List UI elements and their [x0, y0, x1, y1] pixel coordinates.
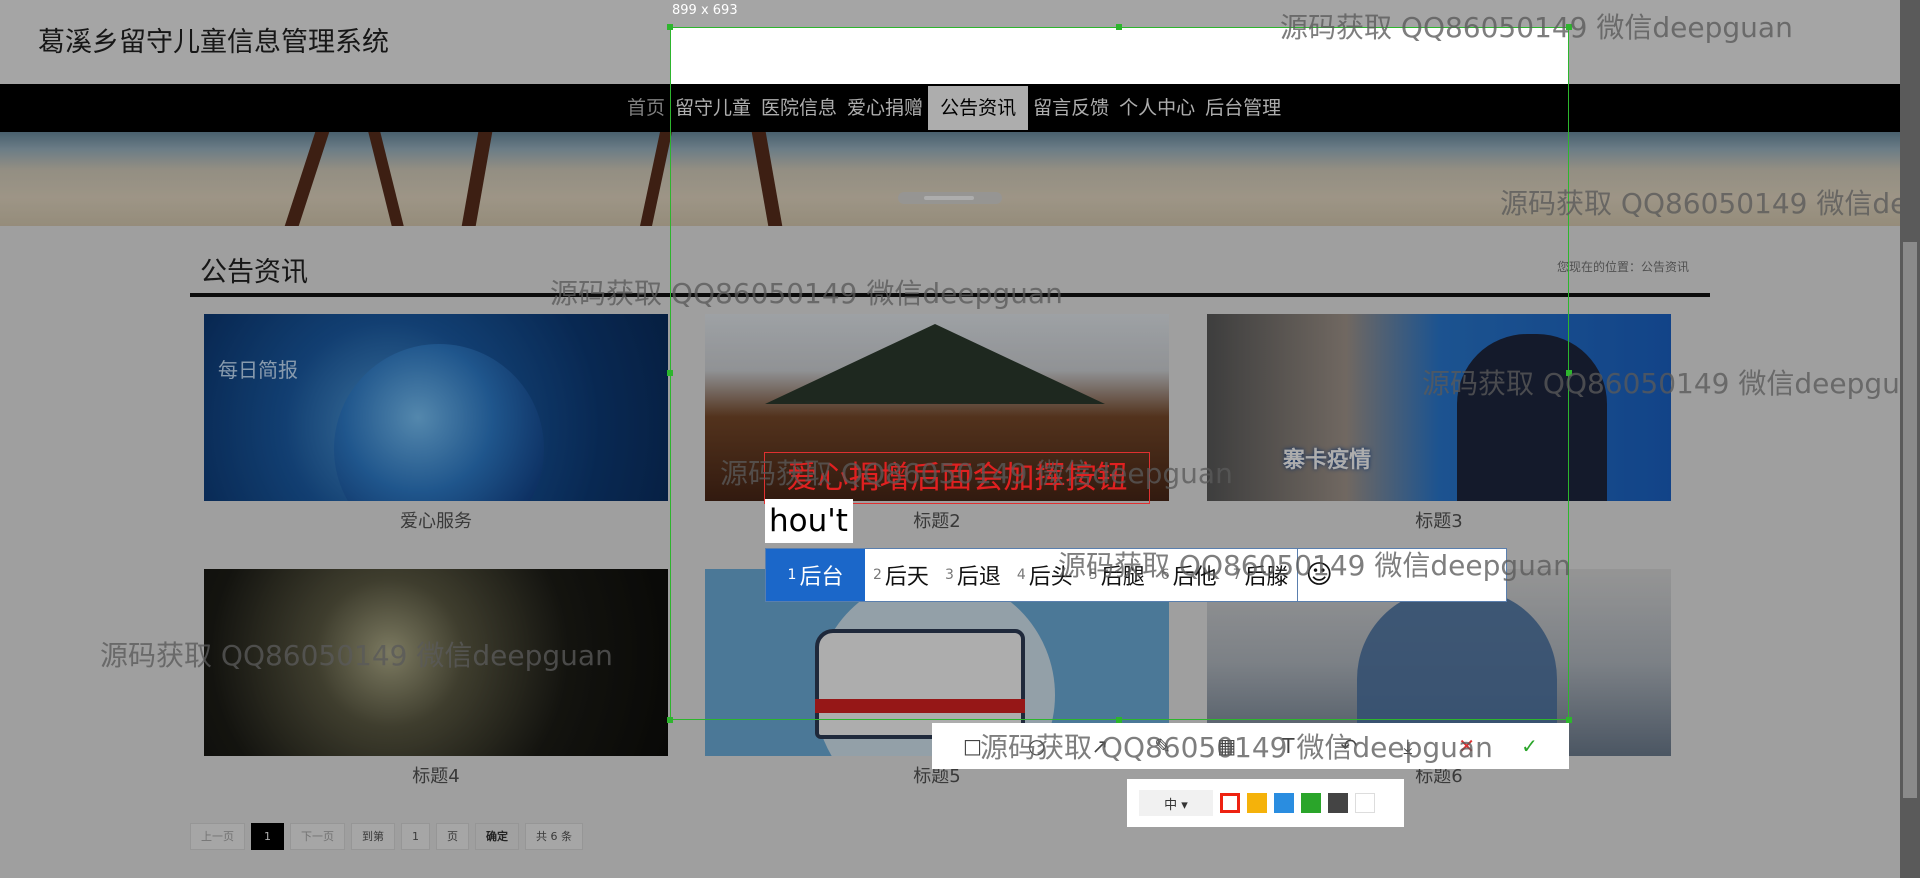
annotation-style-bar: 中 ▾ — [1127, 779, 1404, 827]
nav-item-home[interactable]: 首页 — [622, 84, 670, 132]
text-annotation[interactable]: 爱心捐增后面会加挥按钮 — [764, 452, 1150, 504]
color-swatch-blue[interactable] — [1274, 793, 1294, 813]
arrow-tool-icon[interactable]: ↗ — [1092, 734, 1109, 758]
resize-handle[interactable] — [1566, 24, 1572, 30]
color-swatch-white[interactable] — [1355, 793, 1375, 813]
breadcrumb: 您现在的位置：公告资讯 — [1557, 260, 1690, 274]
thumbnail-label: 每日简报 — [218, 358, 298, 382]
globe-graphic — [334, 344, 544, 501]
page-unit-label: 页 — [436, 823, 469, 850]
resize-handle[interactable] — [1116, 24, 1122, 30]
candidate-number: 4 — [1016, 567, 1026, 583]
color-swatch-yellow[interactable] — [1247, 793, 1267, 813]
resize-handle[interactable] — [667, 370, 673, 376]
goto-confirm-button[interactable]: 确定 — [475, 823, 519, 850]
mosaic-tool-icon[interactable]: ▦ — [1217, 734, 1236, 758]
banner-chair-leg — [284, 132, 330, 226]
prev-page-button[interactable]: 上一页 — [190, 823, 245, 850]
candidate-number: 3 — [944, 567, 954, 583]
candidate-text: 后头 — [1028, 565, 1073, 590]
confirm-icon[interactable]: ✓ — [1521, 734, 1538, 758]
cancel-icon[interactable]: ✕ — [1458, 734, 1475, 758]
selection-size-label: 899 x 693 — [672, 3, 738, 18]
candidate-number: 7 — [1232, 567, 1242, 583]
ime-candidate[interactable]: 6 后他 — [1153, 549, 1225, 601]
candidate-text: 后退 — [956, 565, 1001, 590]
scrollbar-thumb[interactable] — [1903, 242, 1917, 798]
ellipse-tool-icon[interactable]: ○ — [1028, 734, 1045, 758]
screenshot-toolbar: □ ○ ↗ ✎ ▦ T ↶ ⤓ ✕ ✓ — [932, 723, 1569, 769]
candidate-text: 后腿 — [1100, 565, 1145, 590]
candidate-number: 5 — [1088, 567, 1098, 583]
resize-handle[interactable] — [667, 717, 673, 723]
goto-page-input[interactable]: 1 — [401, 823, 430, 850]
banner-chair-leg — [461, 132, 493, 226]
ime-candidate[interactable]: 3 后退 — [937, 549, 1009, 601]
news-thumbnail[interactable] — [204, 569, 668, 756]
pagination: 上一页 1 下一页 到第 1 页 确定 共 6 条 — [190, 823, 583, 850]
section-title: 公告资讯 — [200, 257, 308, 288]
font-size-dropdown[interactable]: 中 ▾ — [1139, 790, 1213, 816]
resize-handle[interactable] — [667, 24, 673, 30]
ime-candidate[interactable]: 5 后腿 — [1081, 549, 1153, 601]
banner-chair-leg — [368, 132, 404, 226]
news-thumbnail[interactable]: 每日简报 — [204, 314, 668, 501]
ime-candidate[interactable]: 2 后天 — [865, 549, 937, 601]
pen-tool-icon[interactable]: ✎ — [1154, 734, 1171, 758]
candidate-text: 后他 — [1172, 565, 1217, 590]
ime-candidate[interactable]: 4 后头 — [1009, 549, 1081, 601]
resize-handle[interactable] — [1566, 370, 1572, 376]
candidate-number: 6 — [1160, 567, 1170, 583]
candidate-text: 后滕 — [1244, 565, 1289, 590]
banner-chair-leg — [640, 132, 672, 226]
color-swatch-red[interactable] — [1220, 793, 1240, 813]
candidate-number: 1 — [787, 567, 797, 583]
ime-candidate[interactable]: 1 后台 — [766, 549, 865, 601]
color-swatch-green[interactable] — [1301, 793, 1321, 813]
screenshot-selection[interactable] — [670, 27, 1569, 720]
news-card[interactable]: 每日简报 爱心服务 — [204, 314, 668, 533]
next-page-button[interactable]: 下一页 — [290, 823, 345, 850]
rect-tool-icon[interactable]: □ — [963, 734, 982, 758]
news-card[interactable]: 标题4 — [204, 569, 668, 788]
ime-candidate-bar: 1 后台 2 后天 3 后退 4 后头 5 后腿 6 后他 7 后滕 ☺ — [765, 548, 1507, 602]
news-caption[interactable]: 标题4 — [204, 762, 668, 788]
undo-icon[interactable]: ↶ — [1341, 734, 1358, 758]
text-tool-icon[interactable]: T — [1282, 734, 1294, 758]
total-count: 共 6 条 — [525, 823, 583, 850]
candidate-text: 后天 — [884, 565, 929, 590]
emoji-icon[interactable]: ☺ — [1296, 549, 1341, 601]
current-page[interactable]: 1 — [251, 823, 284, 850]
goto-label: 到第 — [351, 823, 395, 850]
color-swatch-gray[interactable] — [1328, 793, 1348, 813]
site-title: 葛溪乡留守儿童信息管理系统 — [38, 27, 389, 58]
ime-composition-text: hou't — [765, 499, 853, 543]
news-caption[interactable]: 爱心服务 — [204, 507, 668, 533]
save-icon[interactable]: ⤓ — [1403, 734, 1412, 758]
candidate-text: 后台 — [799, 565, 844, 590]
candidate-number: 2 — [873, 567, 882, 583]
ime-candidate[interactable]: 7 后滕 — [1225, 549, 1297, 601]
